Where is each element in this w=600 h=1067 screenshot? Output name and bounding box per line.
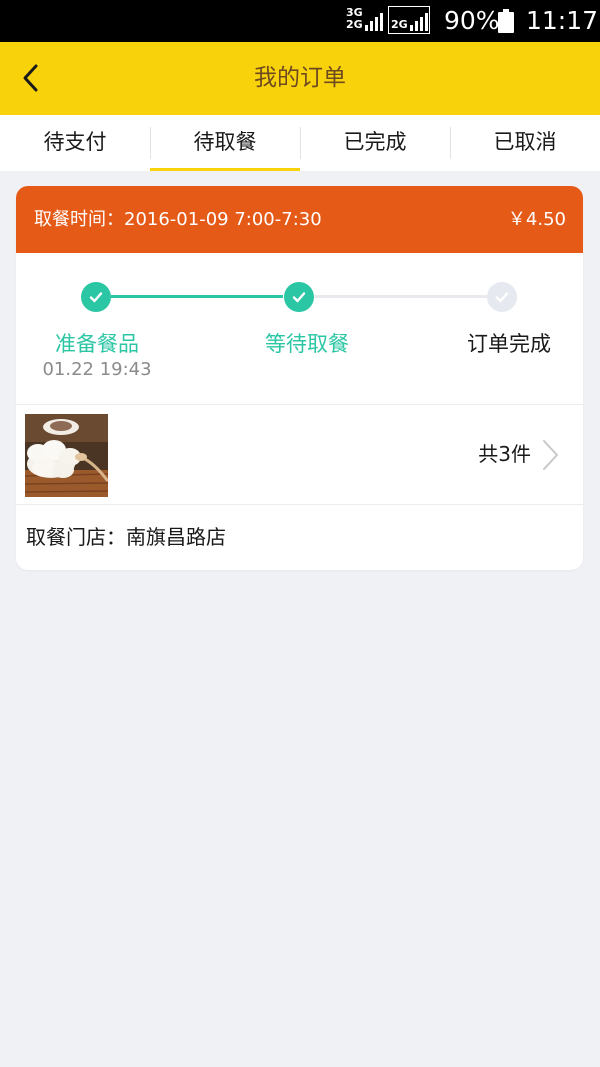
progress-line-complete: [111, 295, 283, 298]
order-card: 取餐时间：2016-01-09 7:00-7:30 ￥4.50 准备餐品 01.…: [16, 186, 583, 570]
step-1-time: 01.22 19:43: [42, 359, 152, 380]
page-title: 我的订单: [254, 65, 346, 91]
order-items-row[interactable]: 共3件: [16, 404, 583, 505]
status-bar: 3G 2G 2G 90% 11:17: [0, 0, 600, 42]
network-2g-label: 2G: [346, 18, 363, 31]
order-card-header: 取餐时间：2016-01-09 7:00-7:30 ￥4.50: [16, 186, 583, 253]
battery-icon: [498, 9, 514, 33]
step-1-check-icon: [81, 282, 111, 312]
step-2-label: 等待取餐: [265, 332, 349, 356]
signal-icon: [364, 13, 383, 31]
chevron-right-icon: [543, 440, 558, 470]
clock: 11:17: [526, 6, 599, 35]
step-2-check-icon: [284, 282, 314, 312]
network-2g-indicator: 2G: [388, 6, 430, 34]
pickup-store: 取餐门店：南旗昌路店: [26, 525, 226, 549]
tab-awaiting-pickup[interactable]: 待取餐: [150, 115, 300, 171]
order-status-tabs: 待支付 待取餐 已完成 已取消: [0, 115, 600, 171]
step-1-label: 准备餐品: [55, 332, 139, 356]
tab-completed[interactable]: 已完成: [300, 115, 450, 171]
network-3g-indicator: 3G 2G: [346, 7, 383, 31]
battery-percentage: 90%: [444, 6, 500, 35]
tab-cancelled[interactable]: 已取消: [450, 115, 600, 171]
network-2g-label-boxed: 2G: [391, 18, 408, 31]
signal-icon: [409, 13, 428, 31]
pickup-time: 取餐时间：2016-01-09 7:00-7:30: [34, 209, 322, 230]
app-header: 我的订单: [0, 42, 600, 115]
step-3-check-icon: [487, 282, 517, 312]
food-thumbnail: [25, 414, 108, 497]
order-price: ￥4.50: [507, 209, 566, 230]
order-progress: 准备餐品 01.22 19:43 等待取餐 订单完成: [16, 253, 583, 403]
tab-pending-payment[interactable]: 待支付: [0, 115, 150, 171]
item-count: 共3件: [478, 442, 531, 466]
progress-line-pending: [314, 295, 487, 298]
step-3-label: 订单完成: [467, 332, 551, 356]
